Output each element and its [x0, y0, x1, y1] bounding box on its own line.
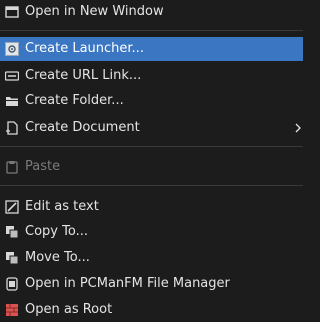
- edit-icon: [5, 200, 19, 214]
- menu-item-label: Copy To...: [25, 224, 88, 239]
- menu-item-label: Move To...: [25, 250, 90, 265]
- menu-item-move-to[interactable]: Move To...: [0, 246, 303, 270]
- menu-item-create-url-link[interactable]: Create URL Link...: [0, 64, 303, 88]
- menu-item-open-in-new-window[interactable]: Open in New Window: [0, 0, 303, 24]
- menu-item-create-launcher[interactable]: Create Launcher...: [0, 37, 303, 61]
- menu-item-label: Create Launcher...: [25, 41, 144, 56]
- menu-item-label: Paste: [25, 159, 61, 174]
- menu-item-label: Edit as text: [25, 199, 99, 214]
- menu-separator: [0, 185, 303, 186]
- link-icon: [5, 69, 19, 83]
- menu-item-copy-to[interactable]: Copy To...: [0, 220, 303, 244]
- copy-icon: [5, 225, 19, 239]
- root-icon: [5, 303, 19, 317]
- menu-separator: [0, 30, 303, 31]
- menu-item-create-folder[interactable]: Create Folder...: [0, 89, 303, 113]
- chevron-right-icon: [295, 120, 303, 136]
- paste-icon: [5, 160, 19, 174]
- menu-item-open-in-pcmanfm[interactable]: Open in PCManFM File Manager: [0, 272, 303, 296]
- window-icon: [5, 5, 19, 19]
- menu-item-paste[interactable]: Paste: [0, 155, 303, 179]
- menu-item-create-document[interactable]: Create Document: [0, 116, 303, 140]
- document-icon: [5, 121, 19, 135]
- file-manager-icon: [5, 277, 19, 291]
- menu-item-label: Create URL Link...: [25, 68, 142, 83]
- menu-item-edit-as-text[interactable]: Edit as text: [0, 195, 303, 219]
- context-menu: Open in New Window Create Launcher... Cr…: [0, 0, 303, 320]
- folder-icon: [5, 94, 19, 108]
- menu-separator: [0, 146, 303, 147]
- menu-item-label: Open as Root: [25, 302, 113, 317]
- menu-item-label: Create Document: [25, 120, 140, 135]
- menu-item-open-as-root[interactable]: Open as Root: [0, 298, 303, 322]
- menu-item-label: Open in PCManFM File Manager: [25, 276, 230, 291]
- gear-icon: [5, 42, 19, 56]
- move-icon: [5, 251, 19, 265]
- menu-item-label: Open in New Window: [25, 4, 164, 19]
- menu-item-label: Create Folder...: [25, 93, 124, 108]
